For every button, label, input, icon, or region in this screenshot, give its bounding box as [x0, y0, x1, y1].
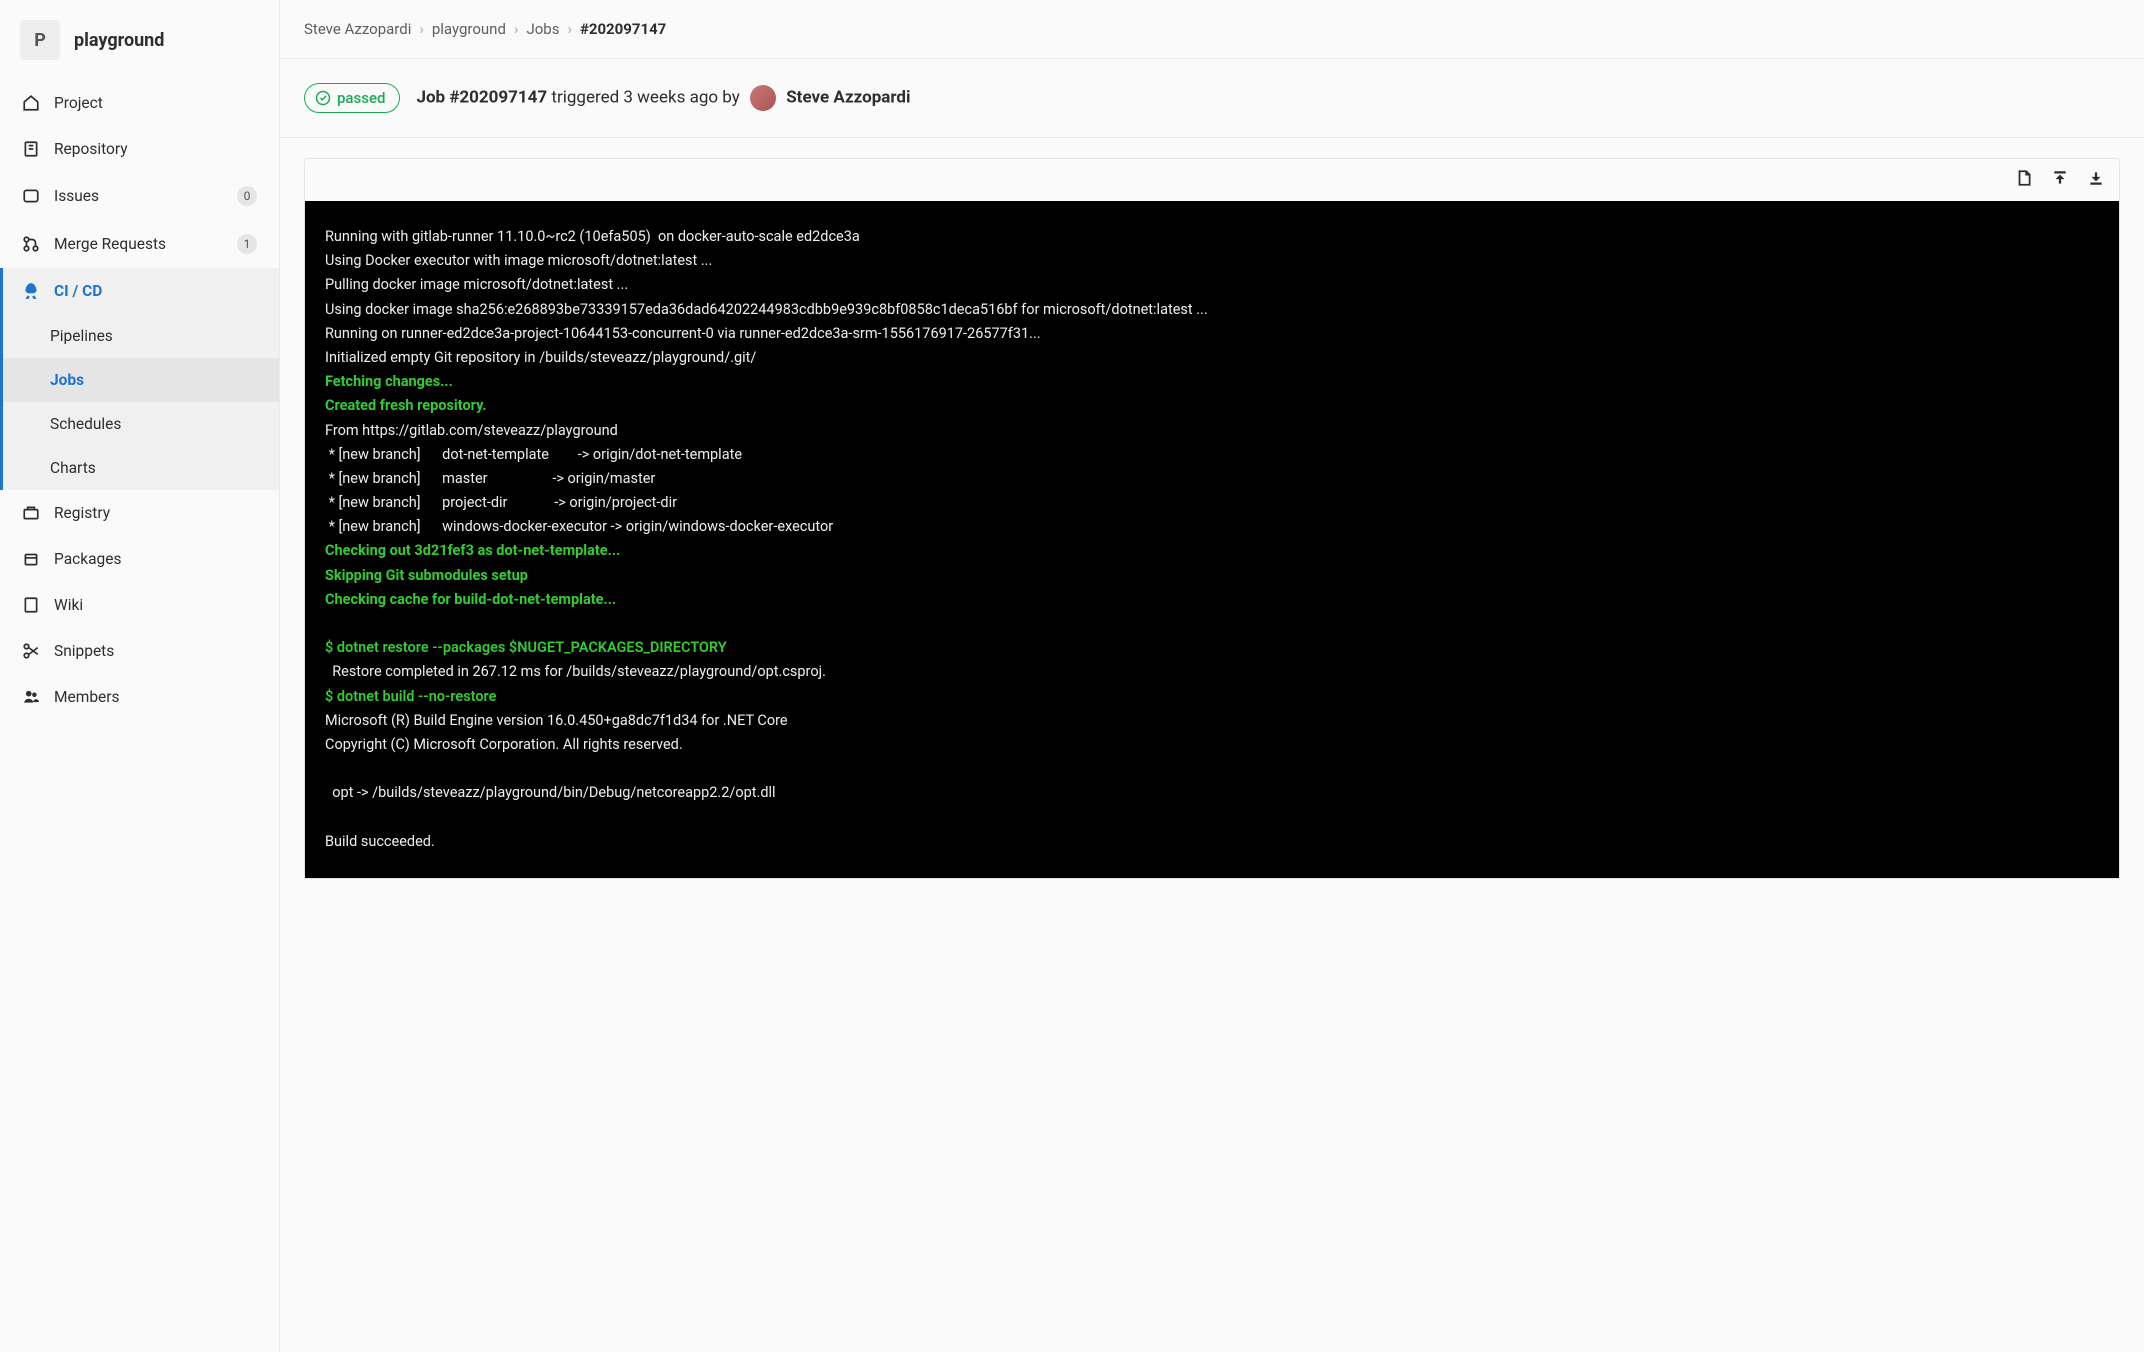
sidebar: P playground Project Repository Issues 0… [0, 0, 280, 1352]
job-log[interactable]: Running with gitlab-runner 11.10.0~rc2 (… [305, 201, 2119, 878]
nav-issues[interactable]: Issues 0 [0, 172, 279, 220]
raw-log-button[interactable] [2015, 169, 2033, 191]
home-icon [22, 94, 40, 112]
job-id: Job #202097147 [416, 87, 547, 107]
nav-label: Repository [54, 140, 128, 158]
scissors-icon [22, 642, 40, 660]
job-triggered-text: triggered 3 weeks ago by [551, 87, 739, 107]
subnav-pipelines[interactable]: Pipelines [0, 314, 279, 358]
arrow-top-icon [2051, 169, 2069, 187]
book-icon [22, 596, 40, 614]
project-avatar: P [20, 20, 60, 60]
nav-wiki[interactable]: Wiki [0, 582, 279, 628]
nav-merge-requests[interactable]: Merge Requests 1 [0, 220, 279, 268]
nav-label: Merge Requests [54, 235, 166, 253]
cicd-submenu: Pipelines Jobs Schedules Charts [0, 314, 279, 490]
check-circle-icon [315, 90, 331, 106]
rocket-icon [22, 282, 40, 300]
nav-repository[interactable]: Repository [0, 126, 279, 172]
nav-label: Registry [54, 504, 110, 522]
author-avatar[interactable] [750, 85, 776, 111]
subnav-schedules[interactable]: Schedules [0, 402, 279, 446]
status-label: passed [337, 89, 385, 107]
nav-members[interactable]: Members [0, 674, 279, 720]
nav-snippets[interactable]: Snippets [0, 628, 279, 674]
nav-registry[interactable]: Registry [0, 490, 279, 536]
status-badge-passed: passed [304, 83, 400, 113]
issues-icon [22, 187, 40, 205]
arrow-bottom-icon [2087, 169, 2105, 187]
nav-label: CI / CD [54, 282, 102, 300]
document-icon [2015, 169, 2033, 187]
registry-icon [22, 504, 40, 522]
file-icon [22, 140, 40, 158]
crumb-owner[interactable]: Steve Azzopardi [304, 20, 411, 38]
merge-icon [22, 235, 40, 253]
chevron-icon: › [567, 20, 572, 38]
nav-label: Snippets [54, 642, 114, 660]
chevron-icon: › [419, 20, 424, 38]
nav-label: Packages [54, 550, 121, 568]
terminal-panel: Running with gitlab-runner 11.10.0~rc2 (… [304, 158, 2120, 879]
chevron-icon: › [514, 20, 519, 38]
nav-label: Wiki [54, 596, 83, 614]
breadcrumb: Steve Azzopardi › playground › Jobs › #2… [280, 20, 2144, 59]
nav-project[interactable]: Project [0, 80, 279, 126]
crumb-current: #202097147 [580, 20, 666, 38]
nav-label: Members [54, 688, 120, 706]
mr-badge: 1 [237, 234, 257, 254]
scroll-top-button[interactable] [2051, 169, 2069, 191]
package-icon [22, 550, 40, 568]
job-header: passed Job #202097147 triggered 3 weeks … [280, 83, 2144, 138]
nav-packages[interactable]: Packages [0, 536, 279, 582]
nav-label: Issues [54, 187, 99, 205]
job-title-line: Job #202097147 triggered 3 weeks ago by … [416, 85, 910, 111]
members-icon [22, 688, 40, 706]
crumb-project[interactable]: playground [432, 20, 506, 38]
author-name[interactable]: Steve Azzopardi [786, 87, 910, 107]
subnav-jobs[interactable]: Jobs [0, 358, 279, 402]
terminal-toolbar [305, 159, 2119, 201]
crumb-section[interactable]: Jobs [526, 20, 559, 38]
issues-badge: 0 [237, 186, 257, 206]
main-content: Steve Azzopardi › playground › Jobs › #2… [280, 0, 2144, 1352]
project-name: playground [74, 30, 164, 51]
nav-cicd[interactable]: CI / CD [0, 268, 279, 314]
subnav-charts[interactable]: Charts [0, 446, 279, 490]
nav-label: Project [54, 94, 103, 112]
scroll-bottom-button[interactable] [2087, 169, 2105, 191]
project-header[interactable]: P playground [0, 12, 279, 80]
